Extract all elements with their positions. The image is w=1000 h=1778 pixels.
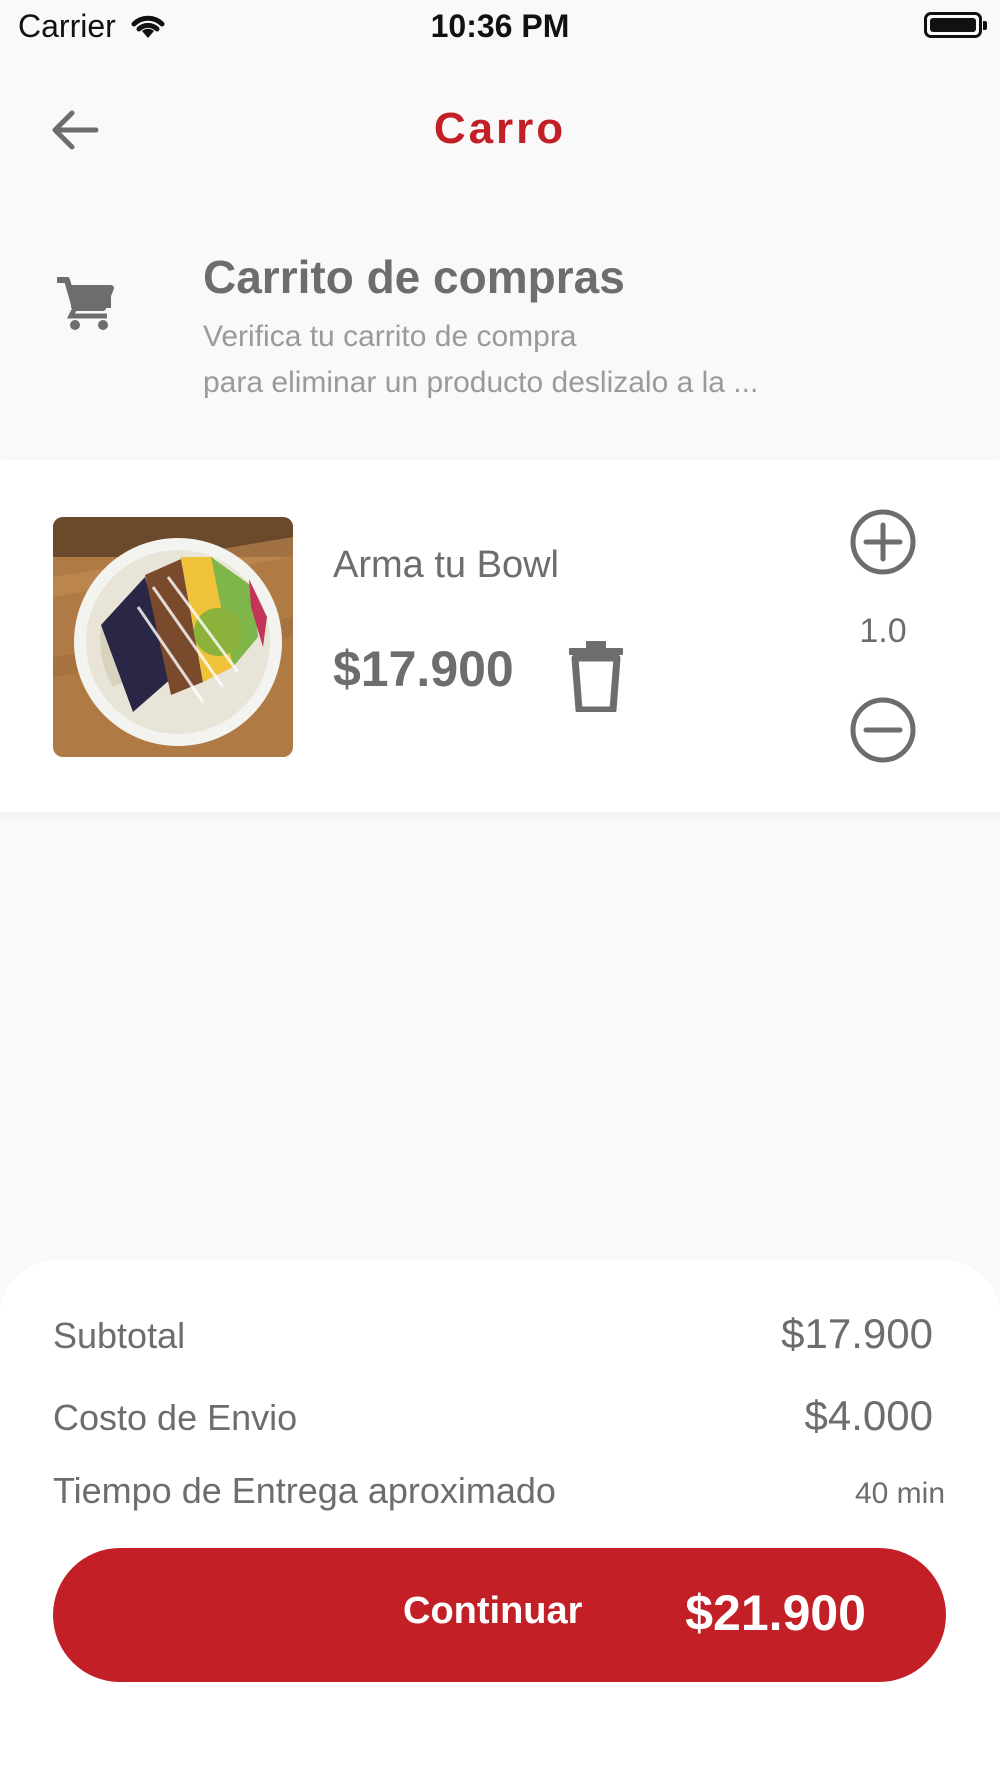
delete-button[interactable] (565, 638, 627, 714)
trash-icon (569, 641, 623, 714)
product-price: $17.900 (333, 641, 514, 697)
battery-icon (924, 12, 987, 38)
cart-subtitle: Verifica tu carrito de compra (203, 320, 577, 353)
quantity-value: 1.0 (859, 612, 907, 650)
subtotal-value: $17.900 (781, 1310, 933, 1357)
shipping-row: Costo de Envio $4.000 (53, 1392, 933, 1440)
status-time: 10:36 PM (430, 8, 570, 44)
delivery-time-label: Tiempo de Entrega aproximado (53, 1470, 556, 1511)
decrease-quantity-button[interactable] (848, 695, 918, 765)
delivery-time-row: Tiempo de Entrega aproximado 40 min (53, 1470, 945, 1512)
increase-quantity-button[interactable] (848, 507, 918, 577)
continue-button[interactable]: Continuar $21.900 (53, 1548, 946, 1682)
plus-circle-icon (850, 509, 916, 575)
shipping-label: Costo de Envio (53, 1397, 298, 1438)
cart-item[interactable]: Arma tu Bowl $17.900 1.0 (0, 460, 1000, 812)
shipping-value: $4.000 (804, 1392, 933, 1439)
delivery-time-value: 40 min (854, 1477, 945, 1510)
app-bar: Carro (0, 70, 1000, 190)
page-title: Carro (433, 104, 567, 153)
cart-header: Carrito de compras Verifica tu carrito d… (0, 230, 1000, 410)
order-summary: Subtotal $17.900 Costo de Envio $4.000 T… (0, 1260, 1000, 1778)
cart-instructions: para eliminar un producto deslizalo a la… (203, 366, 759, 399)
product-image (53, 517, 293, 757)
subtotal-row: Subtotal $17.900 (53, 1310, 933, 1358)
continue-label: Continuar (403, 1590, 583, 1632)
status-bar: Carrier 10:36 PM (0, 0, 1000, 60)
cart-title: Carrito de compras (203, 251, 625, 303)
product-name: Arma tu Bowl (333, 544, 559, 586)
shopping-cart-icon (57, 277, 114, 330)
order-total: $21.900 (685, 1585, 866, 1641)
minus-circle-icon (850, 697, 916, 763)
subtotal-label: Subtotal (53, 1315, 186, 1356)
